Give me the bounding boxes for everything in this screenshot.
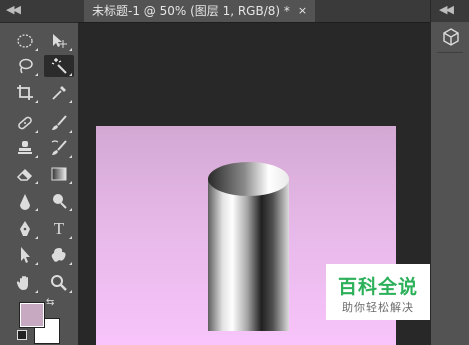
close-icon[interactable]: × xyxy=(298,0,307,22)
right-panel-header[interactable]: ◀◀ xyxy=(431,0,469,22)
spot-healing-tool[interactable] xyxy=(10,112,40,134)
bandage-icon xyxy=(18,116,32,130)
stamp-icon xyxy=(18,141,32,154)
default-colors-icon[interactable] xyxy=(17,330,27,340)
document-tab-title: 未标题-1 @ 50% (图层 1, RGB/8) * xyxy=(92,4,290,18)
magic-wand-tool[interactable] xyxy=(44,55,74,77)
type-icon: T xyxy=(53,219,65,238)
brush-tool[interactable] xyxy=(44,112,74,134)
hand-icon xyxy=(16,276,28,290)
type-tool[interactable]: T xyxy=(44,218,74,240)
pen-tool[interactable] xyxy=(10,218,40,240)
3d-cube-icon[interactable] xyxy=(440,27,462,47)
eraser-tool[interactable] xyxy=(10,163,40,185)
panel-separator xyxy=(437,52,463,53)
history-brush-tool[interactable] xyxy=(44,137,74,159)
path-selection-tool[interactable] xyxy=(10,244,40,266)
collapse-icon[interactable]: ◀◀ xyxy=(6,3,21,16)
pen-icon xyxy=(20,221,30,236)
lasso-tool[interactable] xyxy=(10,55,40,77)
right-panel-dock: ◀◀ xyxy=(430,0,469,345)
crop-icon xyxy=(17,85,33,100)
dodge-tool[interactable] xyxy=(44,190,74,212)
gradient-tool[interactable] xyxy=(44,163,74,185)
document-tab[interactable]: 未标题-1 @ 50% (图层 1, RGB/8) * × xyxy=(84,0,316,22)
shape-icon xyxy=(51,248,66,262)
arrow-icon xyxy=(21,247,30,263)
watermark-logo: 百科全说 助你轻松解决 xyxy=(326,264,430,320)
watermark-title: 百科全说 xyxy=(337,276,418,298)
document-tab-bar: 未标题-1 @ 50% (图层 1, RGB/8) * × xyxy=(78,0,430,23)
marquee-tool[interactable] xyxy=(10,30,40,52)
hand-tool[interactable] xyxy=(10,272,40,294)
blur-tool[interactable] xyxy=(10,190,40,212)
eyedropper-icon xyxy=(52,86,66,100)
custom-shape-tool[interactable] xyxy=(44,244,74,266)
eyedropper-tool[interactable] xyxy=(44,82,74,104)
swap-colors-icon[interactable]: ⇆ xyxy=(46,297,54,308)
zoom-icon xyxy=(51,275,67,291)
brush-icon xyxy=(52,115,67,130)
collapse-icon[interactable]: ◀◀ xyxy=(439,3,454,16)
watermark-subtitle: 助你轻松解决 xyxy=(342,301,414,314)
gradient-icon xyxy=(51,167,67,181)
dodge-icon xyxy=(53,194,67,209)
lasso-icon xyxy=(19,58,33,74)
cylinder-body xyxy=(208,179,289,331)
magic-wand-icon xyxy=(51,58,67,74)
eraser-icon xyxy=(16,168,33,181)
clone-stamp-tool[interactable] xyxy=(10,137,40,159)
tools-panel: ◀◀ T ⇆ xyxy=(0,0,78,345)
move-tool[interactable] xyxy=(44,30,74,52)
history-brush-icon xyxy=(51,140,67,155)
foreground-color-swatch[interactable] xyxy=(20,303,44,327)
move-icon xyxy=(53,34,67,48)
crop-tool[interactable] xyxy=(10,82,40,104)
zoom-tool[interactable] xyxy=(44,272,74,294)
tools-panel-header[interactable]: ◀◀ xyxy=(0,0,78,23)
marquee-icon xyxy=(17,34,33,48)
cylinder-top xyxy=(208,162,289,196)
blur-drop-icon xyxy=(20,194,30,210)
